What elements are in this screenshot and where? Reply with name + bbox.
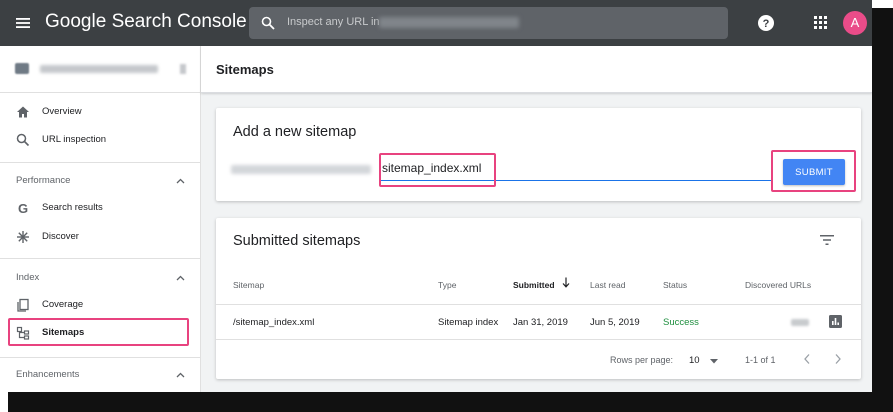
chevron-up-icon[interactable] [176, 372, 185, 378]
sidebar-item-label: Search results [42, 202, 103, 213]
cell-sitemap[interactable]: /sitemap_index.xml [233, 317, 314, 328]
frame-shadow-right [872, 8, 893, 412]
cell-status: Success [663, 317, 699, 328]
discover-star-icon [17, 231, 29, 243]
property-favicon [15, 63, 29, 74]
frame-shadow-bottom [8, 392, 893, 412]
table-header-divider [216, 304, 861, 305]
sidebar-divider [0, 162, 200, 163]
sidebar-item-search-results[interactable]: G Search results [0, 195, 200, 223]
chevron-left-icon[interactable] [803, 353, 811, 365]
column-header-sitemap[interactable]: Sitemap [233, 280, 264, 290]
column-header-submitted[interactable]: Submitted [513, 280, 555, 290]
google-g-icon: G [18, 201, 28, 215]
property-name-blur [40, 65, 158, 73]
sidebar-item-discover[interactable]: Discover [0, 224, 200, 252]
search-icon [16, 133, 30, 147]
cell-submitted: Jan 31, 2019 [513, 317, 568, 328]
cell-last-read: Jun 5, 2019 [590, 317, 640, 328]
cell-type: Sitemap index [438, 317, 499, 328]
app-title-google: Google [45, 11, 107, 32]
add-sitemap-title: Add a new sitemap [233, 124, 357, 140]
sidebar-divider [0, 258, 200, 259]
cell-discovered-urls-blur [791, 319, 809, 326]
sidebar-item-url-inspection[interactable]: URL inspection [0, 127, 200, 155]
url-inspect-search[interactable]: Inspect any URL in [249, 7, 728, 39]
submitted-sitemaps-title: Submitted sitemaps [233, 233, 361, 249]
section-index[interactable]: Index [16, 272, 39, 283]
column-header-discovered-urls[interactable]: Discovered URLs [745, 280, 811, 290]
app-title-product: Search Console [111, 11, 247, 32]
sidebar-item-label: URL inspection [42, 134, 107, 145]
rows-per-page-select[interactable]: 10 [689, 355, 700, 366]
sort-down-arrow-icon[interactable] [562, 277, 570, 288]
pagination-range: 1-1 of 1 [745, 355, 776, 365]
svg-text:?: ? [763, 18, 770, 30]
highlight-box-submit [771, 150, 856, 192]
section-performance[interactable]: Performance [16, 175, 70, 186]
filter-icon[interactable] [820, 234, 834, 246]
highlight-box-sitemaps [8, 318, 189, 346]
table-row-divider [216, 339, 861, 340]
svg-text:G: G [18, 201, 28, 215]
url-prefix-blur [231, 165, 371, 174]
sidebar-item-overview[interactable]: Overview [0, 99, 200, 127]
coverage-icon [17, 298, 29, 312]
page-title: Sitemaps [216, 62, 274, 77]
dropdown-caret-icon[interactable] [710, 359, 718, 364]
search-property-blur [379, 17, 519, 28]
add-sitemap-card: Add a new sitemap SUBMIT [216, 108, 861, 201]
sidebar-item-label: Discover [42, 231, 79, 242]
chevron-right-icon[interactable] [834, 353, 842, 365]
bar-chart-icon[interactable] [829, 315, 842, 328]
sidebar: Overview URL inspection Performance G Se… [0, 46, 201, 392]
search-placeholder: Inspect any URL in [287, 16, 380, 28]
top-bar: Google Search Console Inspect any URL in… [0, 0, 872, 46]
column-header-status[interactable]: Status [663, 280, 687, 290]
column-header-last-read[interactable]: Last read [590, 280, 625, 290]
property-caret [180, 64, 186, 74]
page-header: Sitemaps [201, 46, 872, 93]
chevron-up-icon[interactable] [176, 178, 185, 184]
app-title[interactable]: Google Search Console [45, 11, 247, 33]
sidebar-item-label: Coverage [42, 299, 84, 310]
chevron-up-icon[interactable] [176, 275, 185, 281]
sidebar-divider [0, 357, 200, 358]
column-header-type[interactable]: Type [438, 280, 456, 290]
home-icon [17, 106, 29, 118]
app-window: Google Search Console Inspect any URL in… [0, 0, 872, 392]
sidebar-item-coverage[interactable]: Coverage [0, 292, 200, 320]
sidebar-item-label: Overview [42, 106, 82, 117]
search-icon [261, 16, 275, 30]
highlight-box-input [379, 153, 496, 187]
avatar[interactable]: A [843, 11, 867, 35]
property-selector[interactable] [0, 46, 200, 93]
hamburger-icon[interactable] [14, 14, 32, 32]
apps-grid-icon[interactable] [813, 15, 828, 30]
rows-per-page-label: Rows per page: [610, 355, 674, 365]
help-icon[interactable]: ? [757, 14, 775, 32]
section-enhancements[interactable]: Enhancements [16, 369, 79, 380]
submitted-sitemaps-card: Submitted sitemaps Sitemap Type Submitte… [216, 218, 861, 379]
